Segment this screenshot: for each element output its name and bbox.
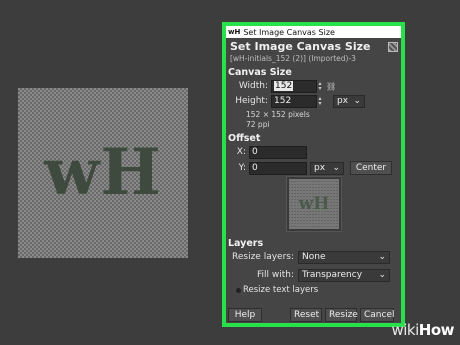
offset-section-label: Offset bbox=[228, 133, 261, 144]
offset-preview-image: wH bbox=[289, 179, 339, 229]
dialog-header: Set Image Canvas Size [wH-initials_152 (… bbox=[226, 38, 401, 63]
width-spinner[interactable]: ▴ ▾ bbox=[317, 81, 323, 92]
resize-text-layers-label: Resize text layers bbox=[243, 285, 319, 295]
chevron-down-icon: ⌄ bbox=[378, 251, 386, 262]
chevron-down-icon: ⌄ bbox=[353, 95, 361, 106]
dialog-footer: Help Reset Resize Cancel bbox=[226, 307, 401, 323]
width-label: Width: bbox=[238, 81, 268, 91]
app-icon: wH bbox=[228, 28, 241, 36]
image-canvas-preview: wH bbox=[18, 88, 188, 258]
chevron-down-icon: ⌄ bbox=[378, 269, 386, 280]
resize-layers-dropdown[interactable]: None ⌄ bbox=[298, 250, 390, 264]
canvas-size-section-label: Canvas Size bbox=[228, 67, 292, 78]
fill-with-dropdown[interactable]: Transparency ⌄ bbox=[298, 268, 390, 282]
chain-link-icon[interactable]: ⛓ bbox=[326, 82, 336, 91]
chevron-down-icon: ⌄ bbox=[332, 162, 340, 173]
offset-y-field[interactable]: 0 bbox=[249, 161, 307, 175]
offset-unit-dropdown[interactable]: px ⌄ bbox=[310, 161, 344, 175]
width-value: 152 bbox=[274, 80, 294, 91]
canvas-unit-dropdown[interactable]: px ⌄ bbox=[333, 94, 365, 108]
resize-layers-label: Resize layers: bbox=[232, 252, 294, 262]
set-canvas-size-dialog: wH Set Image Canvas Size Set Image Canva… bbox=[226, 26, 401, 323]
window-title: Set Image Canvas Size bbox=[243, 27, 335, 37]
dialog-titlebar[interactable]: wH Set Image Canvas Size bbox=[226, 26, 401, 38]
offset-y-label: Y: bbox=[238, 163, 246, 173]
offset-x-field[interactable]: 0 bbox=[249, 145, 307, 159]
resize-layers-value: None bbox=[302, 251, 326, 262]
watermark-wiki: wiki bbox=[391, 321, 419, 339]
layers-section-label: Layers bbox=[228, 238, 264, 249]
reset-button[interactable]: Reset bbox=[290, 308, 322, 322]
fill-with-label: Fill with: bbox=[256, 270, 294, 280]
watermark-how: How bbox=[418, 321, 455, 339]
dimensions-info: 152 × 152 pixels bbox=[246, 110, 310, 119]
height-spinner[interactable]: ▴ ▾ bbox=[317, 96, 323, 107]
offset-x-label: X: bbox=[236, 147, 246, 157]
fill-with-value: Transparency bbox=[302, 269, 363, 280]
height-field[interactable]: 152 bbox=[271, 94, 317, 108]
resize-text-layers-checkbox[interactable] bbox=[236, 287, 241, 293]
center-button[interactable]: Center bbox=[350, 161, 392, 175]
dialog-heading: Set Image Canvas Size bbox=[230, 40, 371, 53]
image-thumbnail-icon bbox=[388, 42, 398, 52]
canvas-logo: wH bbox=[44, 135, 162, 210]
width-field[interactable]: 152 bbox=[271, 79, 317, 93]
resolution-info: 72 ppi bbox=[246, 120, 270, 129]
height-label: Height: bbox=[235, 96, 268, 106]
offset-unit-value: px bbox=[314, 162, 326, 173]
cancel-button[interactable]: Cancel bbox=[360, 308, 395, 322]
resize-button[interactable]: Resize bbox=[325, 308, 358, 322]
canvas-unit-value: px bbox=[337, 95, 349, 106]
help-button[interactable]: Help bbox=[228, 308, 262, 322]
dialog-subheading: [wH-initials_152 (2)] (Imported)-3 bbox=[230, 54, 356, 63]
offset-preview-area[interactable]: wH bbox=[286, 176, 342, 232]
wikihow-watermark: wikiHow bbox=[391, 321, 454, 339]
